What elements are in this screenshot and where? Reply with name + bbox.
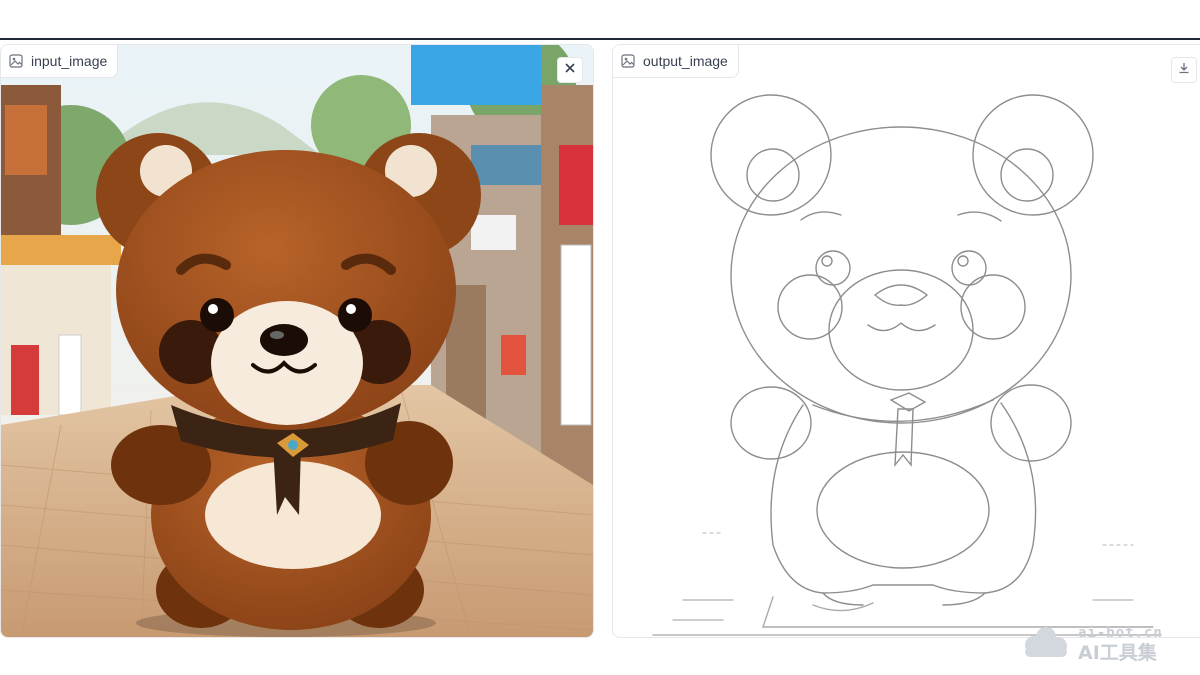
output-image-label-text: output_image [643, 53, 728, 69]
input-image [1, 45, 593, 637]
output-image-panel: output_image [612, 44, 1200, 638]
output-image [652, 94, 1162, 636]
close-button[interactable] [557, 57, 583, 83]
input-image-label: input_image [1, 45, 119, 78]
output-image-label: output_image [613, 45, 739, 78]
close-icon [564, 61, 576, 79]
watermark-logo-icon [1020, 625, 1070, 664]
download-button[interactable] [1171, 57, 1197, 83]
watermark-domain: ai-bot.cn [1078, 624, 1163, 641]
watermark-name: AI工具集 [1078, 641, 1157, 664]
input-image-label-text: input_image [31, 53, 108, 69]
image-icon [9, 54, 23, 68]
input-image-panel: input_image [0, 44, 594, 638]
download-icon [1178, 61, 1190, 79]
watermark: ai-bot.cn AI工具集 [1020, 620, 1190, 668]
top-divider [0, 38, 1200, 40]
image-icon [621, 54, 635, 68]
